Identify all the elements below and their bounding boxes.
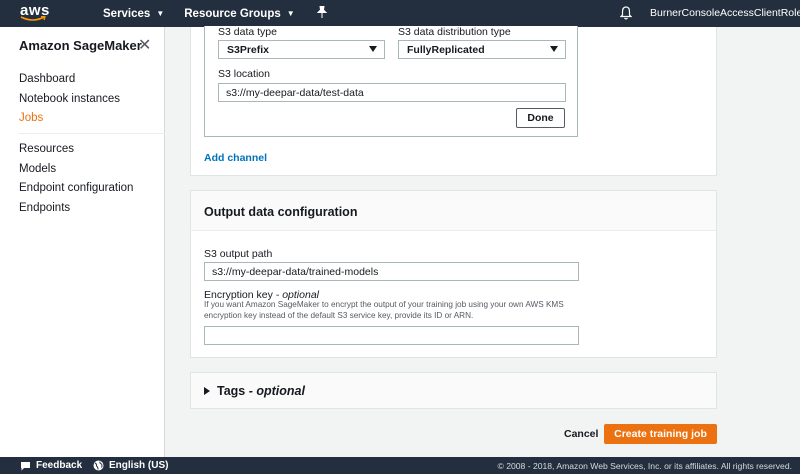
encryption-key-input[interactable] [204, 326, 579, 345]
distribution-type-select[interactable]: FullyReplicated [398, 40, 566, 59]
sidebar-item-endpoint-configuration[interactable]: Endpoint configuration [19, 182, 133, 194]
smile-icon [20, 16, 46, 21]
encryption-help-text: If you want Amazon SageMaker to encrypt … [204, 300, 564, 320]
bell-icon[interactable] [619, 6, 633, 23]
account-menu[interactable]: BurnerConsoleAccessClientRole... [650, 7, 800, 19]
s3-output-path-input[interactable]: s3://my-deepar-data/trained-models [204, 262, 579, 281]
sidebar-divider [19, 133, 165, 134]
dropdown-arrow-icon [550, 46, 558, 52]
sidebar: Amazon SageMaker ✕ Dashboard Notebook in… [0, 27, 165, 457]
globe-icon [93, 460, 104, 471]
s3-data-type-select[interactable]: S3Prefix [218, 40, 385, 59]
copyright-text: © 2008 - 2018, Amazon Web Services, Inc.… [497, 461, 792, 471]
tags-section[interactable]: Tags - optional [190, 372, 717, 409]
resource-groups-menu[interactable]: Resource Groups ▼ [184, 8, 294, 20]
tags-title: Tags - optional [217, 384, 305, 398]
aws-logo[interactable]: aws [18, 0, 70, 27]
close-icon[interactable]: ✕ [138, 35, 151, 55]
s3-output-path-label: S3 output path [204, 248, 273, 260]
done-button[interactable]: Done [516, 108, 565, 128]
distribution-type-label: S3 data distribution type [398, 26, 511, 38]
s3-location-input[interactable]: s3://my-deepar-data/test-data [218, 83, 566, 102]
footer: Feedback English (US) © 2008 - 2018, Ama… [0, 457, 800, 474]
s3-location-label: S3 location [218, 68, 270, 80]
create-training-job-button[interactable]: Create training job [604, 424, 717, 444]
sidebar-title: Amazon SageMaker [19, 38, 142, 53]
sidebar-item-resources[interactable]: Resources [19, 143, 74, 155]
language-selector[interactable]: English (US) [93, 460, 168, 471]
cancel-button[interactable]: Cancel [564, 428, 598, 440]
sidebar-item-notebook-instances[interactable]: Notebook instances [19, 93, 120, 105]
output-config-panel: Output data configuration S3 output path… [190, 190, 717, 358]
add-channel-link[interactable]: Add channel [204, 152, 267, 164]
channel-box: S3 data type S3Prefix S3 data distributi… [204, 26, 578, 137]
chevron-down-icon: ▼ [286, 9, 295, 18]
sidebar-item-models[interactable]: Models [19, 163, 56, 175]
speech-bubble-icon [21, 461, 30, 470]
sidebar-item-dashboard[interactable]: Dashboard [19, 73, 75, 85]
chevron-down-icon: ▼ [156, 9, 165, 18]
sidebar-item-endpoints[interactable]: Endpoints [19, 202, 70, 214]
caret-right-icon [204, 387, 210, 395]
output-config-title: Output data configuration [204, 205, 358, 219]
services-menu[interactable]: Services ▼ [103, 8, 164, 20]
top-nav: aws Services ▼ Resource Groups ▼ BurnerC… [0, 0, 800, 27]
dropdown-arrow-icon [369, 46, 377, 52]
output-config-header: Output data configuration [191, 191, 716, 231]
pin-icon[interactable] [316, 5, 327, 21]
feedback-link[interactable]: Feedback [20, 460, 82, 471]
input-channel-panel: S3 data type S3Prefix S3 data distributi… [190, 26, 717, 176]
sidebar-item-jobs[interactable]: Jobs [19, 112, 43, 124]
s3-data-type-label: S3 data type [218, 26, 277, 38]
